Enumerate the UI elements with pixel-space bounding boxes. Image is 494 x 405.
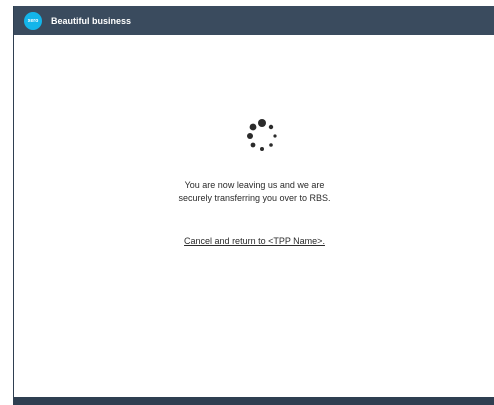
- logo-text: xero: [27, 17, 39, 24]
- redirect-message: You are now leaving us and we are secure…: [14, 179, 494, 205]
- loading-spinner-icon: [247, 119, 277, 151]
- message-line-2: securely transferring you over to RBS.: [178, 193, 331, 203]
- spinner-dot: [258, 119, 266, 127]
- xero-logo[interactable]: xero: [24, 11, 42, 30]
- spinner-dot: [250, 142, 256, 148]
- spinner-dot: [268, 124, 274, 130]
- organisation-name[interactable]: Beautiful business: [51, 16, 131, 26]
- spinner-dot: [273, 134, 277, 138]
- top-bar: xero Beautiful business: [14, 6, 494, 35]
- spinner-dot: [260, 147, 264, 151]
- app-window: xero Beautiful business You are now leav…: [13, 6, 494, 405]
- bottom-bar: [14, 397, 494, 405]
- message-line-1: You are now leaving us and we are: [184, 180, 325, 190]
- spinner-dot: [247, 133, 253, 139]
- spinner-dot: [249, 123, 257, 131]
- spinner-dot: [269, 143, 273, 147]
- cancel-return-link[interactable]: Cancel and return to <TPP Name>.: [14, 236, 494, 246]
